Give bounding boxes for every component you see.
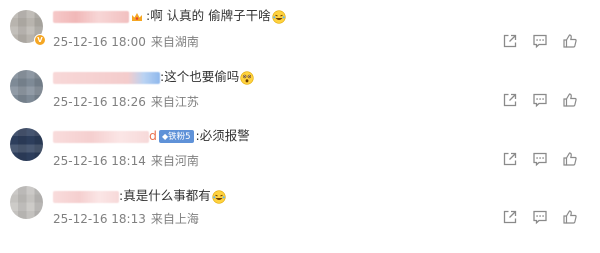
comment-location: 来自湖南: [150, 35, 199, 49]
like-icon[interactable]: [562, 151, 578, 167]
comment-item: V :啊 认真的 偷牌子干啥 25-12-16 18:00 来自湖南: [0, 0, 600, 58]
comment-location: 来自上海: [150, 212, 199, 226]
username-blurred[interactable]: [53, 190, 119, 203]
laughing-crying-emoji-icon: [212, 189, 226, 204]
comment-item: d ◆铁粉5:必须报警 25-12-16 18:14 来自河南: [0, 122, 600, 180]
share-icon[interactable]: [502, 33, 518, 49]
comment-line: d ◆铁粉5:必须报警: [53, 127, 250, 145]
comment-line: :啊 认真的 偷牌子干啥: [53, 7, 286, 25]
username-blurred[interactable]: [53, 10, 129, 23]
comment-location: 来自河南: [150, 154, 199, 168]
share-icon[interactable]: [502, 209, 518, 225]
comment-meta: 25-12-16 18:14 来自河南: [53, 152, 199, 169]
comment-icon[interactable]: [532, 209, 548, 225]
avatar[interactable]: [10, 70, 43, 103]
comment-date: 25-12-16 18:14: [53, 154, 146, 168]
comment-meta: 25-12-16 18:26 来自江苏: [53, 93, 199, 110]
comment-location: 来自江苏: [150, 95, 199, 109]
fan-badge-label: 铁粉5: [168, 132, 191, 142]
share-icon[interactable]: [502, 92, 518, 108]
comment-text: :啊 认真的 偷牌子干啥: [146, 8, 271, 23]
comment-meta: 25-12-16 18:00 来自湖南: [53, 33, 199, 50]
like-icon[interactable]: [562, 209, 578, 225]
comment-icon[interactable]: [532, 33, 548, 49]
comment-text: :这个也要偷吗: [160, 69, 240, 84]
comment-meta: 25-12-16 18:13 来自上海: [53, 210, 199, 227]
fan-badge[interactable]: ◆铁粉5: [158, 130, 194, 143]
share-icon[interactable]: [502, 151, 518, 167]
username-blurred[interactable]: [53, 71, 160, 84]
username-blurred[interactable]: [53, 130, 149, 143]
avatar[interactable]: [10, 128, 43, 161]
like-icon[interactable]: [562, 33, 578, 49]
comment-item: :真是什么事都有 25-12-16 18:13 来自上海: [0, 180, 600, 238]
comment-icon[interactable]: [532, 151, 548, 167]
comment-date: 25-12-16 18:26: [53, 95, 146, 109]
like-icon[interactable]: [562, 92, 578, 108]
comment-date: 25-12-16 18:00: [53, 35, 146, 49]
laughing-crying-emoji-icon: [272, 9, 286, 24]
comment-text: :必须报警: [195, 128, 250, 143]
comment-line: :这个也要偷吗: [53, 68, 254, 86]
crown-icon: [132, 12, 142, 21]
comment-icon[interactable]: [532, 92, 548, 108]
username-tail[interactable]: d: [149, 128, 157, 143]
comment-line: :真是什么事都有: [53, 187, 226, 205]
comment-date: 25-12-16 18:13: [53, 212, 146, 226]
surprised-emoji-icon: [240, 70, 254, 85]
verified-badge-icon: V: [34, 34, 46, 46]
avatar[interactable]: [10, 186, 43, 219]
comment-text: :真是什么事都有: [119, 188, 211, 203]
comment-item: :这个也要偷吗 25-12-16 18:26 来自江苏: [0, 62, 600, 120]
